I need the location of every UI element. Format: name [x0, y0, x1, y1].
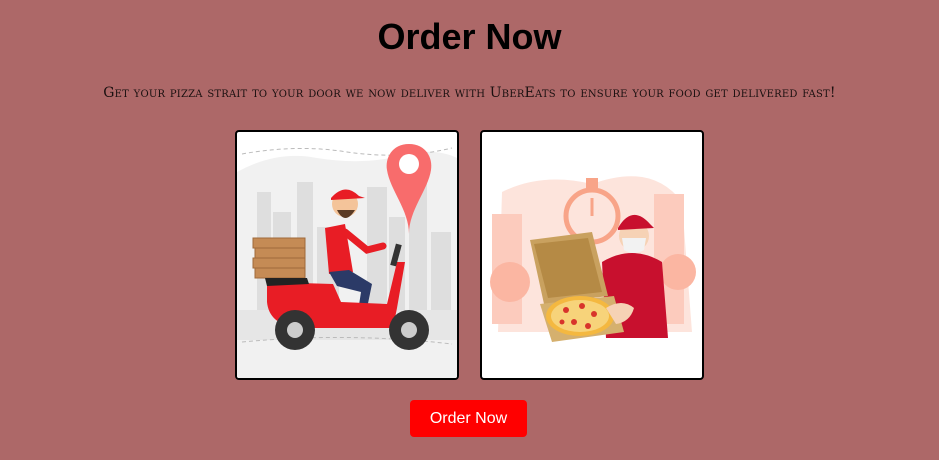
scooter-delivery-illustration	[237, 144, 457, 378]
scooter-delivery-card	[235, 130, 459, 380]
page-title: Order Now	[377, 16, 562, 57]
pizza-box-delivery-illustration	[490, 176, 696, 342]
order-now-button[interactable]: Order Now	[410, 400, 527, 437]
pizza-box-delivery-card	[480, 130, 704, 380]
page-subtitle: Get your pizza strait to your door we no…	[103, 85, 836, 101]
